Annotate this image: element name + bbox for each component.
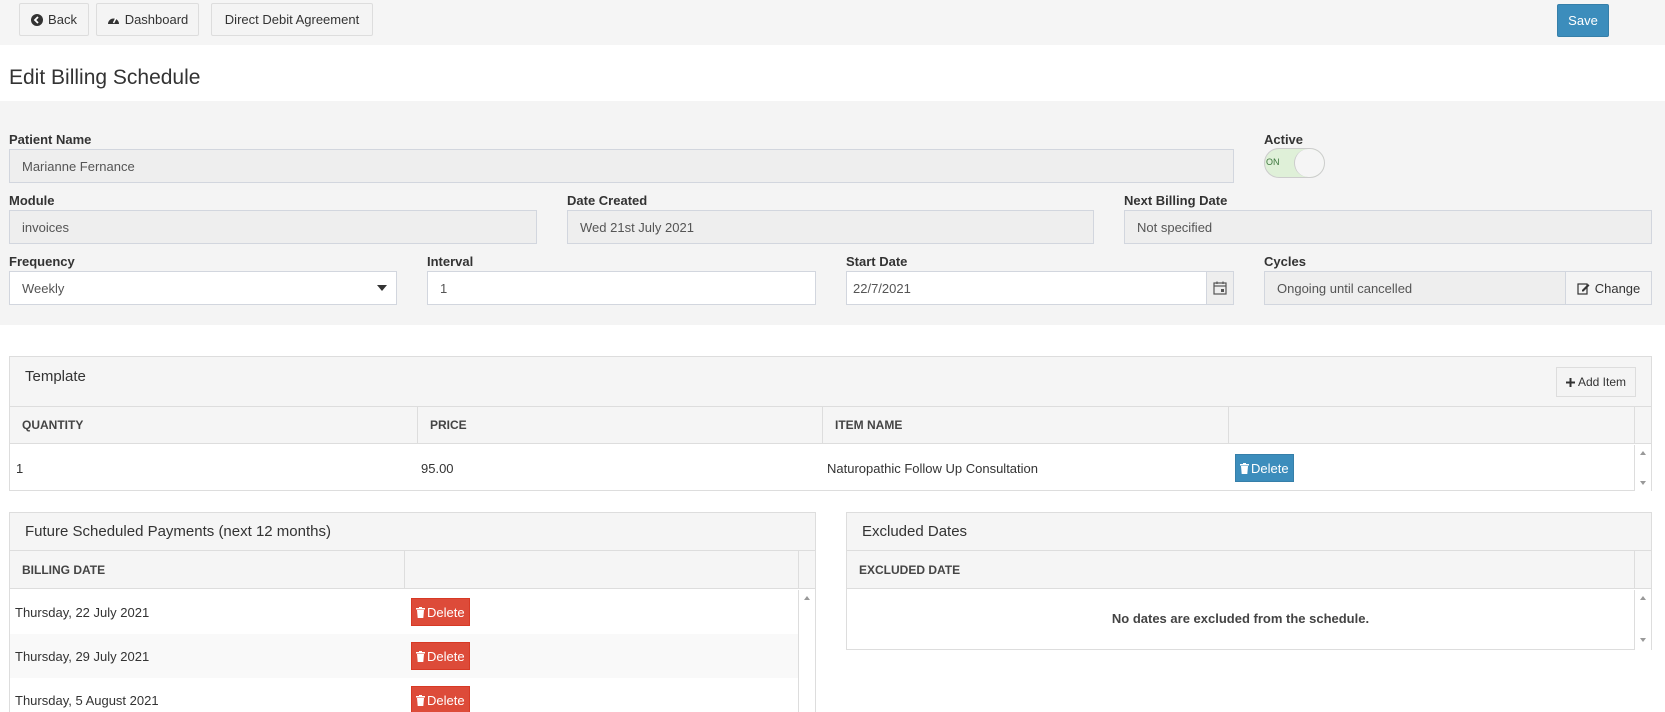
template-scrollbar[interactable] — [1634, 445, 1651, 491]
column-header: QUANTITY — [10, 407, 418, 443]
patient-name-label: Patient Name — [9, 132, 92, 147]
delete-label: Delete — [427, 692, 465, 708]
delete-label: Delete — [1251, 460, 1289, 476]
delete-payment-button[interactable]: Delete — [411, 642, 470, 670]
column-header — [405, 551, 799, 588]
module-label: Module — [9, 193, 55, 208]
start-date-label: Start Date — [846, 254, 908, 269]
patient-name-field[interactable]: Marianne Fernance — [9, 149, 1234, 183]
template-header: Template Add Item — [10, 357, 1651, 407]
excluded-dates-header: Excluded Dates — [847, 513, 1651, 551]
direct-debit-agreement-button[interactable]: Direct Debit Agreement — [211, 3, 373, 36]
scroll-up-icon — [804, 596, 810, 600]
quantity-cell: 1 — [16, 460, 24, 476]
trash-icon — [416, 650, 425, 662]
plus-icon — [1565, 377, 1575, 387]
scroll-up-icon — [1640, 451, 1646, 455]
item-name-cell: Naturopathic Follow Up Consultation — [827, 460, 1038, 476]
empty-message: No dates are excluded from the schedule. — [1111, 611, 1370, 626]
column-header: BILLING DATE — [10, 551, 405, 588]
delete-label: Delete — [427, 648, 465, 664]
cycles-field[interactable]: Ongoing until cancelled — [1264, 271, 1566, 305]
future-payments-table-header: BILLING DATE — [10, 551, 815, 589]
scroll-up-icon — [1640, 596, 1646, 600]
arrow-circle-left-icon — [31, 13, 44, 26]
price-cell: 95.00 — [421, 460, 454, 476]
calendar-icon — [1213, 281, 1227, 295]
active-label: Active — [1264, 132, 1304, 147]
future-payments-title: Future Scheduled Payments (next 12 month… — [25, 523, 331, 540]
date-created-field[interactable]: Wed 21st July 2021 — [567, 210, 1094, 244]
calendar-button[interactable] — [1206, 271, 1234, 305]
active-toggle[interactable]: ON — [1264, 148, 1325, 178]
delete-payment-button[interactable]: Delete — [411, 598, 470, 626]
template-box: Template Add Item QUANTITY PRICE ITEM NA… — [9, 356, 1652, 491]
change-label: Change — [1594, 280, 1641, 296]
back-button[interactable]: Back — [19, 3, 89, 36]
scroll-down-icon — [1640, 638, 1646, 642]
cycles-label: Cycles — [1264, 254, 1306, 269]
edit-icon — [1577, 282, 1590, 295]
frequency-select[interactable]: Weekly — [9, 271, 397, 305]
add-item-button[interactable]: Add Item — [1556, 367, 1636, 397]
dashboard-button[interactable]: Dashboard — [96, 3, 199, 36]
column-header: PRICE — [418, 407, 823, 443]
dashboard-label: Dashboard — [124, 12, 189, 27]
future-payments-box: Future Scheduled Payments (next 12 month… — [9, 512, 816, 712]
table-row: Thursday, 29 July 2021 Delete — [10, 634, 798, 678]
delete-payment-button[interactable]: Delete — [411, 686, 470, 712]
column-header: EXCLUDED DATE — [847, 551, 1635, 588]
next-billing-date-field[interactable]: Not specified — [1124, 210, 1652, 244]
date-created-label: Date Created — [567, 193, 648, 208]
direct-debit-label: Direct Debit Agreement — [224, 12, 360, 27]
module-field[interactable]: invoices — [9, 210, 537, 244]
column-header: ITEM NAME — [823, 407, 1229, 443]
billing-date-cell: Thursday, 29 July 2021 — [15, 648, 150, 664]
interval-label: Interval — [427, 254, 474, 269]
frequency-label: Frequency — [9, 254, 75, 269]
save-button[interactable]: Save — [1557, 4, 1609, 37]
toggle-on-text: ON — [1266, 157, 1280, 167]
template-title: Template — [25, 368, 86, 385]
next-billing-date-label: Next Billing Date — [1124, 193, 1228, 208]
future-payments-header: Future Scheduled Payments (next 12 month… — [10, 513, 815, 551]
page-title: Edit Billing Schedule — [9, 66, 201, 89]
billing-date-cell: Thursday, 5 August 2021 — [15, 692, 159, 708]
caret-down-icon — [377, 285, 387, 291]
toolbar: Back Dashboard Direct Debit Agreement Sa… — [0, 0, 1665, 45]
template-table-header: QUANTITY PRICE ITEM NAME — [10, 407, 1651, 444]
frequency-value: Weekly — [22, 280, 65, 296]
excluded-dates-table-header: EXCLUDED DATE — [847, 551, 1651, 589]
trash-icon — [416, 606, 425, 618]
table-row: Thursday, 5 August 2021 Delete — [10, 678, 798, 712]
toggle-knob — [1294, 149, 1324, 177]
excluded-dates-scrollbar[interactable] — [1634, 590, 1651, 650]
trash-icon — [416, 694, 425, 706]
table-row: Thursday, 22 July 2021 Delete — [10, 590, 798, 634]
start-date-input[interactable]: 22/7/2021 — [846, 271, 1207, 305]
trash-icon — [1240, 462, 1249, 474]
scroll-down-icon — [1640, 481, 1646, 485]
add-item-label: Add Item — [1577, 375, 1627, 389]
interval-input[interactable]: 1 — [427, 271, 816, 305]
delete-label: Delete — [427, 604, 465, 620]
change-cycles-button[interactable]: Change — [1565, 271, 1652, 305]
table-row: 1 95.00 Naturopathic Follow Up Consultat… — [10, 445, 1634, 491]
future-payments-scrollbar[interactable] — [798, 590, 815, 712]
excluded-dates-title: Excluded Dates — [862, 523, 968, 540]
excluded-dates-box: Excluded Dates EXCLUDED DATE No dates ar… — [846, 512, 1652, 650]
dashboard-icon — [107, 17, 119, 24]
billing-date-cell: Thursday, 22 July 2021 — [15, 604, 150, 620]
column-header — [1229, 407, 1635, 443]
delete-item-button[interactable]: Delete — [1235, 454, 1294, 482]
back-label: Back — [48, 12, 77, 27]
